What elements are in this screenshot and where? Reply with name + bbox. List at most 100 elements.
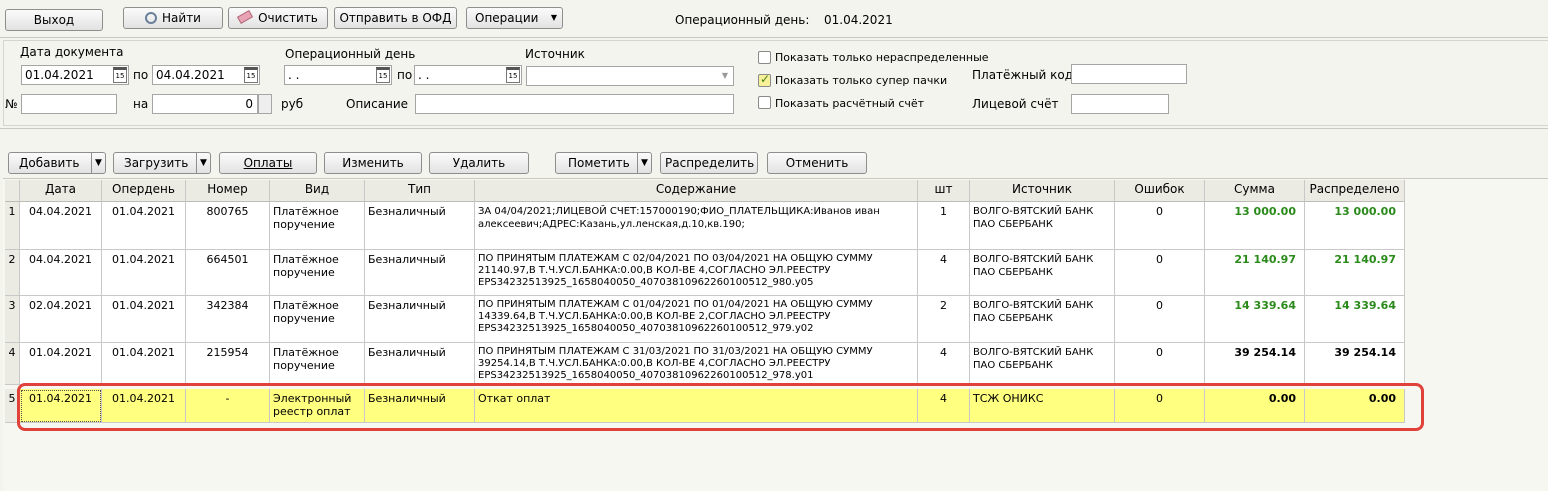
header-sum[interactable]: Сумма xyxy=(1205,180,1305,202)
cell-sum: 39 254.14 xyxy=(1205,343,1305,385)
clear-button[interactable]: Очистить xyxy=(228,7,328,29)
cell-content: ЗА 04/04/2021;ЛИЦЕВОЙ СЧЕТ:157000190;ФИО… xyxy=(475,202,918,250)
chevron-down-icon[interactable]: ▼ xyxy=(637,153,651,173)
only-unallocated-checkbox[interactable] xyxy=(758,51,771,64)
calendar-icon[interactable]: 15 xyxy=(506,67,520,83)
cell-source: ВОЛГО-ВЯТСКИЙ БАНК ПАО СБЕРБАНК xyxy=(970,296,1115,343)
header-opday[interactable]: Опердень xyxy=(102,180,186,202)
cell-qty: 1 xyxy=(918,202,970,250)
cell-qty: 4 xyxy=(918,343,970,385)
delete-button[interactable]: Удалить xyxy=(429,152,529,174)
highlight-annotation xyxy=(17,383,1424,431)
cell-distributed: 14 339.64 xyxy=(1305,296,1405,343)
header-qty[interactable]: шт xyxy=(918,180,970,202)
header-type[interactable]: Тип xyxy=(365,180,475,202)
row-number: 1 xyxy=(5,202,20,250)
opday-po-label: по xyxy=(397,68,413,82)
opday-to-input[interactable]: . . 15 xyxy=(414,65,522,85)
na-label: на xyxy=(133,97,149,111)
doc-date-from-input[interactable]: 01.04.2021 15 xyxy=(21,65,129,85)
cell-distributed: 39 254.14 xyxy=(1305,343,1405,385)
cell-errors: 0 xyxy=(1115,343,1205,385)
row-number: 3 xyxy=(5,296,20,343)
divider xyxy=(0,128,1548,129)
row-number: 2 xyxy=(5,250,20,296)
cell-number: 342384 xyxy=(186,296,270,343)
show-account-label: Показать расчётный счёт xyxy=(775,97,925,110)
personal-account-input[interactable] xyxy=(1071,94,1169,114)
amount-spin[interactable] xyxy=(258,94,272,114)
source-label: Источник xyxy=(525,47,585,61)
doc-date-to-input[interactable]: 04.04.2021 15 xyxy=(152,65,260,85)
cell-errors: 0 xyxy=(1115,202,1205,250)
payments-button[interactable]: Оплаты xyxy=(219,152,317,174)
chevron-down-icon[interactable]: ▼ xyxy=(196,153,210,173)
row-number: 4 xyxy=(5,343,20,385)
find-button[interactable]: Найти xyxy=(123,7,223,29)
opday-from-input[interactable]: . . 15 xyxy=(284,65,392,85)
calendar-icon[interactable]: 15 xyxy=(113,67,127,83)
payment-code-input[interactable] xyxy=(1071,64,1187,84)
cell-qty: 4 xyxy=(918,250,970,296)
search-icon xyxy=(145,12,158,24)
opday-value: 01.04.2021 xyxy=(824,13,893,27)
show-account-checkbox[interactable] xyxy=(758,96,771,109)
edit-button[interactable]: Изменить xyxy=(324,152,422,174)
header-distributed[interactable]: Распределено xyxy=(1305,180,1405,202)
cell-date: 02.04.2021 xyxy=(20,296,102,343)
cell-source: ВОЛГО-ВЯТСКИЙ БАНК ПАО СБЕРБАНК xyxy=(970,250,1115,296)
only-unallocated-label: Показать только нераспределенные xyxy=(775,51,989,64)
calendar-icon[interactable]: 15 xyxy=(244,67,258,83)
cell-kind: Платёжное поручение xyxy=(270,343,365,385)
cancel-button[interactable]: Отменить xyxy=(767,152,867,174)
cell-kind: Платёжное поручение xyxy=(270,296,365,343)
doc-date-label: Дата документа xyxy=(20,45,124,59)
send-ofd-button[interactable]: Отправить в ОФД xyxy=(334,7,457,29)
description-label: Описание xyxy=(346,97,409,111)
header-date[interactable]: Дата xyxy=(20,180,102,202)
operations-dropdown[interactable]: Операции ▼ xyxy=(466,7,563,29)
exit-button[interactable]: Выход xyxy=(5,9,103,31)
opday-filter-label: Операционный день xyxy=(285,47,416,61)
rub-label: руб xyxy=(281,97,304,111)
cell-content: ПО ПРИНЯТЫМ ПЛАТЕЖАМ С 31/03/2021 ПО 31/… xyxy=(475,343,918,385)
cell-date: 04.04.2021 xyxy=(20,202,102,250)
cell-source: ВОЛГО-ВЯТСКИЙ БАНК ПАО СБЕРБАНК xyxy=(970,343,1115,385)
cell-number: 215954 xyxy=(186,343,270,385)
chevron-down-icon[interactable]: ▼ xyxy=(91,153,105,173)
header-kind[interactable]: Вид xyxy=(270,180,365,202)
cell-number: 800765 xyxy=(186,202,270,250)
opday-label: Операционный день: xyxy=(675,13,810,27)
description-input[interactable] xyxy=(415,94,734,114)
cell-content: ПО ПРИНЯТЫМ ПЛАТЕЖАМ С 02/04/2021 ПО 03/… xyxy=(475,250,918,296)
cell-opday: 01.04.2021 xyxy=(102,250,186,296)
num-input[interactable] xyxy=(21,94,117,114)
cell-opday: 01.04.2021 xyxy=(102,202,186,250)
cell-opday: 01.04.2021 xyxy=(102,296,186,343)
mark-button[interactable]: Пометить ▼ xyxy=(555,152,652,174)
cell-errors: 0 xyxy=(1115,250,1205,296)
cell-errors: 0 xyxy=(1115,296,1205,343)
source-select[interactable]: ▼ xyxy=(526,66,734,86)
header-number[interactable]: Номер xyxy=(186,180,270,202)
personal-account-label: Лицевой счёт xyxy=(972,97,1059,111)
only-super-packs-label: Показать только супер пачки xyxy=(775,74,948,87)
cell-type: Безналичный xyxy=(365,343,475,385)
cell-type: Безналичный xyxy=(365,202,475,250)
cell-qty: 2 xyxy=(918,296,970,343)
header-content[interactable]: Содержание xyxy=(475,180,918,202)
only-super-packs-checkbox[interactable] xyxy=(758,72,771,87)
chevron-down-icon: ▼ xyxy=(721,71,728,80)
divider xyxy=(0,37,1548,38)
amount-input[interactable]: 0 xyxy=(152,94,258,114)
header-source[interactable]: Источник xyxy=(970,180,1115,202)
header-cell[interactable] xyxy=(5,180,20,202)
header-errors[interactable]: Ошибок xyxy=(1115,180,1205,202)
cell-sum: 14 339.64 xyxy=(1205,296,1305,343)
cell-source: ВОЛГО-ВЯТСКИЙ БАНК ПАО СБЕРБАНК xyxy=(970,202,1115,250)
load-button[interactable]: Загрузить ▼ xyxy=(113,152,211,174)
calendar-icon[interactable]: 15 xyxy=(376,67,390,83)
cell-kind: Платёжное поручение xyxy=(270,202,365,250)
add-button[interactable]: Добавить ▼ xyxy=(8,152,106,174)
distribute-button[interactable]: Распределить xyxy=(660,152,758,174)
